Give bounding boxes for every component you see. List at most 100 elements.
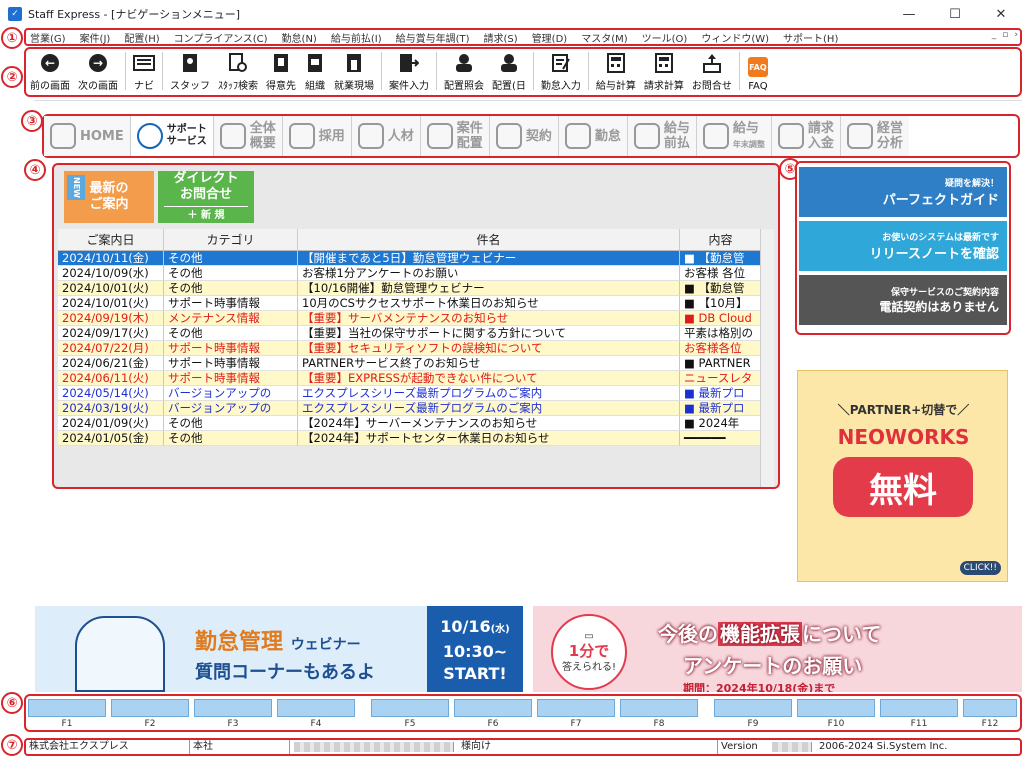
mdi-restore-icon[interactable]: ▫ [1002,30,1008,40]
status-copyright: 2006-2024 Si.System Inc. [819,741,948,752]
f6-key[interactable]: F6 [454,699,532,729]
tab-salary-year-end[interactable]: 給与 年末調整 [696,116,772,156]
f9-key[interactable]: F9 [714,699,792,729]
table-row[interactable]: 2024/09/19(木) メンテナンス情報 【重要】サーバメンテナンスのお知らせ ■… [58,311,766,326]
f4-key[interactable]: F4 [277,699,355,729]
tab-personnel[interactable]: 人材 [351,116,421,156]
tab-salary-advance[interactable]: 給与 前払 [627,116,697,156]
payroll-calc-button[interactable]: 給与計算 [592,48,640,92]
table-row[interactable]: 2024/10/09(水) その他 お客様1分アンケートのお願い お客様 各位 [58,266,766,281]
f12-key[interactable]: F12 [963,699,1017,729]
cell-subject: 【重要】EXPRESSが起動できない件について [298,371,680,386]
menu-window[interactable]: ウィンドウ(W) [701,30,769,45]
mdi-minimize-icon[interactable]: _ [992,30,997,40]
tab-support-service[interactable]: サポート サービス [130,116,214,156]
tab-contract[interactable]: 契約 [489,116,559,156]
cell-date: 2024/10/11(金) [58,251,164,266]
maintenance-contract-link[interactable]: 保守サービスのご契約内容 電話契約はありません [799,275,1007,325]
cell-subject: お客様1分アンケートのお願い [298,266,680,281]
table-row[interactable]: 2024/10/11(金) その他 【開催まであと5日】勤怠管理ウェビナー ■ 【勤怠… [58,251,766,266]
menu-placement[interactable]: 配置(H) [124,30,159,45]
column-date[interactable]: ご案内日 [58,229,164,250]
staff-button[interactable]: スタッフ [166,48,214,92]
maximize-button[interactable]: ☐ [932,0,978,28]
back-button[interactable]: ← 前の画面 [26,48,74,92]
menu-support[interactable]: サポート(H) [783,30,838,45]
billing-calc-button[interactable]: 請求計算 [640,48,688,92]
f2-key[interactable]: F2 [111,699,189,729]
menu-billing[interactable]: 請求(S) [484,30,518,45]
column-content[interactable]: 内容 [680,229,762,250]
app-icon: ✓ [8,7,22,21]
worksite-button[interactable]: 就業現場 [330,48,378,92]
menu-salary-advance[interactable]: 給与前払(I) [331,30,382,45]
table-row[interactable]: 2024/10/01(火) サポート時事情報 10月のCSサクセスサポート休業日のお… [58,296,766,311]
column-category[interactable]: カテゴリ [164,229,298,250]
f3-key[interactable]: F3 [194,699,272,729]
customer-button[interactable]: 得意先 [262,48,300,92]
cell-date: 2024/05/14(火) [58,386,164,401]
f5-key[interactable]: F5 [371,699,449,729]
perfect-guide-link[interactable]: 疑問を解決！ パーフェクトガイド [799,167,1007,217]
menu-master[interactable]: マスタ(M) [581,30,627,45]
webinar-banner[interactable]: 勤怠管理 ウェビナー 質問コーナーもあるよ 10/16(水) 10:30~ ST… [35,606,523,692]
table-row[interactable]: 2024/07/22(月) サポート時事情報 【重要】セキュリティソフトの誤検知につ… [58,341,766,356]
tab-management-analysis[interactable]: 経営 分析 [840,116,909,156]
news-table-scrollbar[interactable] [760,229,774,487]
annotation-marker-6: ⑥ [1,692,23,714]
f11-key[interactable]: F11 [880,699,958,729]
tab-attendance[interactable]: 勤怠 [558,116,628,156]
table-row[interactable]: 2024/10/01(火) その他 【10/16開催】勤怠管理ウェビナー ■ 【勤怠管 [58,281,766,296]
table-row[interactable]: 2024/01/09(火) その他 【2024年】サーバーメンテナンスのお知らせ ■ … [58,416,766,431]
job-entry-button[interactable]: 案件入力 [385,48,433,92]
release-note-link[interactable]: お使いのシステムは最新です リリースノートを確認 [799,221,1007,271]
toolbar-separator [125,51,126,90]
menu-compliance[interactable]: コンプライアンス(C) [174,30,268,45]
neoworks-banner[interactable]: ＼PARTNER+切替で／ NEOWORKS 無料 CLICK!! [797,370,1008,582]
inquiry-button[interactable]: お問合せ [688,48,736,92]
f8-key[interactable]: F8 [620,699,698,729]
staff-search-button[interactable]: ｽﾀｯﾌ検索 [214,48,262,92]
f1-key[interactable]: F1 [28,699,106,729]
table-row[interactable]: 2024/06/11(火) サポート時事情報 【重要】EXPRESSが起動できない件… [58,371,766,386]
navi-button[interactable]: ナビ [129,48,159,92]
person-illustration-icon [75,616,165,692]
tab-job-placement[interactable]: 案件 配置 [420,116,490,156]
tab-overview[interactable]: 全体 概要 [213,116,283,156]
table-row[interactable]: 2024/01/05(金) その他 【2024年】サポートセンター休業日のお知らせ ━… [58,431,766,446]
menu-sales[interactable]: 営業(G) [30,30,66,45]
menu-management[interactable]: 管理(D) [532,30,568,45]
menu-tools[interactable]: ツール(O) [642,30,688,45]
menu-jobs[interactable]: 案件(J) [80,30,111,45]
tab-billing-payment[interactable]: 請求 入金 [771,116,841,156]
salary-year-end-icon [702,123,729,149]
cell-subject: 【開催まであと5日】勤怠管理ウェビナー [298,251,680,266]
table-row[interactable]: 2024/05/14(火) バージョンアップの エクスプレスシリーズ最新プログラムの… [58,386,766,401]
forward-button[interactable]: → 次の画面 [74,48,122,92]
f7-key[interactable]: F7 [537,699,615,729]
table-row[interactable]: 2024/09/17(火) その他 【重要】当社の保守サポートに関する方針について平… [58,326,766,341]
faq-button[interactable]: FAQ FAQ [743,48,773,92]
staff-book-icon [179,53,201,73]
table-row[interactable]: 2024/06/21(金) サポート時事情報 PARTNERサービス終了のお知らせ ■… [58,356,766,371]
minimize-button[interactable]: — [886,0,932,28]
table-row[interactable]: 2024/03/19(火) バージョンアップの エクスプレスシリーズ最新プログラムの… [58,401,766,416]
menu-salary-bonus[interactable]: 給与賞与年調(T) [396,30,470,45]
f10-key[interactable]: F10 [797,699,875,729]
cell-category: その他 [164,281,298,296]
status-branch: 本社 [190,740,290,754]
organization-button[interactable]: 組織 [300,48,330,92]
survey-banner[interactable]: ▭ 1分で 答えられる! 今後の 機能拡張 について アンケートのお願い 期間：20… [533,606,1022,692]
cell-date: 2024/09/19(木) [58,311,164,326]
attendance-entry-button[interactable]: 勤怠入力 [537,48,585,92]
close-button[interactable]: ✕ [978,0,1024,28]
mdi-scroll-icon[interactable]: › [1014,30,1018,40]
direct-contact-button[interactable]: ダイレクト お問合せ ＋ 新 規 [158,171,254,223]
placement-inquiry-button[interactable]: 配置照会 [440,48,488,92]
column-subject[interactable]: 件名 [298,229,680,250]
latest-news-button[interactable]: NEW 最新の ご案内 [64,171,154,223]
menu-attendance[interactable]: 勤怠(N) [282,30,317,45]
tab-home[interactable]: HOME [44,116,131,156]
placement-daily-button[interactable]: 配置(日 [488,48,530,92]
tab-recruitment[interactable]: 採用 [282,116,352,156]
